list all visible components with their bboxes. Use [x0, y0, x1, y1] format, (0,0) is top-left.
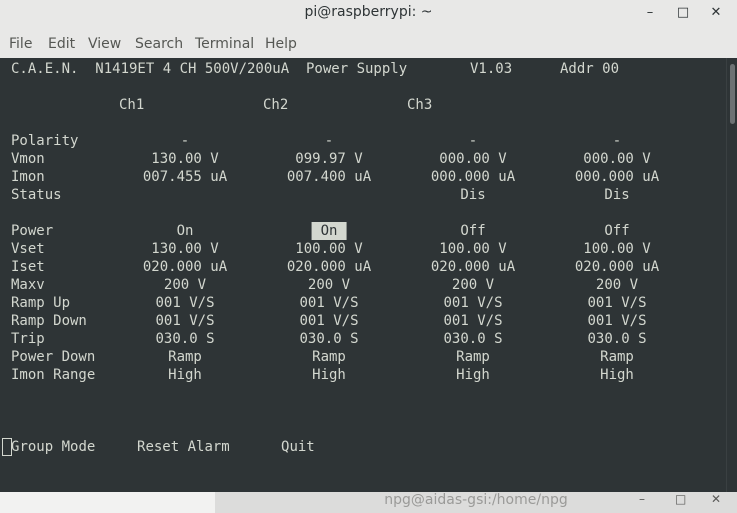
param-value[interactable]: - [181, 132, 189, 150]
device-address: Addr 00 [560, 61, 620, 77]
param-label: Maxv [11, 277, 45, 293]
channel-header: Ch3 [407, 97, 433, 113]
menu-edit[interactable]: Edit [48, 36, 75, 52]
menu-view[interactable]: View [88, 36, 121, 52]
param-label: Imon [11, 169, 45, 185]
param-value[interactable]: 000.000 uA [431, 168, 515, 186]
device-version: V1.03 [470, 61, 513, 77]
param-value[interactable]: 200 V [308, 276, 350, 294]
param-label: Power Down [11, 349, 96, 365]
param-value[interactable]: Ramp [312, 348, 346, 366]
param-value[interactable]: 100.00 V [583, 240, 650, 258]
param-value[interactable]: 130.00 V [151, 150, 218, 168]
param-label: Iset [11, 259, 45, 275]
channel-header: Ch2 [263, 97, 289, 113]
param-value[interactable]: Dis [604, 186, 629, 204]
param-value[interactable]: 007.400 uA [287, 168, 371, 186]
param-value[interactable]: 001 V/S [299, 294, 358, 312]
bg-close-button[interactable]: ✕ [711, 492, 721, 506]
param-value[interactable]: Dis [460, 186, 485, 204]
scroll-thumb[interactable] [730, 64, 735, 124]
menu-help[interactable]: Help [265, 36, 297, 52]
bg-minimize-button[interactable]: – [639, 492, 645, 506]
param-value[interactable]: 000.00 V [439, 150, 506, 168]
minimize-button[interactable]: – [641, 4, 659, 22]
param-value[interactable]: 020.000 uA [287, 258, 371, 276]
param-label: Power [11, 223, 54, 239]
maximize-button[interactable]: □ [674, 4, 692, 22]
param-value[interactable]: 100.00 V [295, 240, 362, 258]
param-value[interactable]: 000.000 uA [575, 168, 659, 186]
param-value[interactable]: - [613, 132, 621, 150]
desktop-area [0, 492, 215, 513]
channel-header: Ch1 [119, 97, 145, 113]
param-value[interactable]: 130.00 V [151, 240, 218, 258]
param-label: Imon Range [11, 367, 96, 383]
cmd-label: eset Alarm [145, 439, 230, 455]
close-button[interactable]: ✕ [707, 4, 725, 22]
param-value[interactable]: Ramp [456, 348, 490, 366]
window-title: pi@raspberrypi: ~ [304, 4, 433, 20]
param-label: Trip [11, 331, 45, 347]
param-value[interactable]: 000.00 V [583, 150, 650, 168]
menu-terminal[interactable]: Terminal [195, 36, 254, 52]
param-value[interactable]: High [456, 366, 490, 384]
menu-file[interactable]: File [9, 36, 32, 52]
param-value[interactable]: 020.000 uA [143, 258, 227, 276]
param-value[interactable]: 001 V/S [587, 312, 646, 330]
param-value[interactable]: - [325, 132, 333, 150]
cmd-quit[interactable]: Quit [281, 438, 315, 456]
param-value[interactable]: 020.000 uA [431, 258, 515, 276]
param-value[interactable]: 001 V/S [587, 294, 646, 312]
background-window-title: npg@aidas-gsi:/home/npg [384, 492, 568, 508]
param-value[interactable]: 001 V/S [155, 312, 214, 330]
param-value[interactable]: 007.455 uA [143, 168, 227, 186]
param-label: Vmon [11, 151, 45, 167]
param-value[interactable]: High [168, 366, 202, 384]
param-value[interactable]: On [177, 222, 194, 240]
menu-search[interactable]: Search [135, 36, 183, 52]
title-bar: pi@raspberrypi: ~ – □ ✕ [0, 0, 737, 28]
param-value[interactable]: 200 V [452, 276, 494, 294]
param-value[interactable]: Off [604, 222, 629, 240]
param-value[interactable]: 030.0 S [587, 330, 646, 348]
param-label: Polarity [11, 133, 79, 149]
param-value[interactable]: 001 V/S [443, 312, 502, 330]
param-value[interactable]: High [312, 366, 346, 384]
param-value-selected[interactable]: On [311, 222, 347, 240]
param-value[interactable]: 001 V/S [299, 312, 358, 330]
param-value[interactable]: 099.97 V [295, 150, 362, 168]
background-window[interactable]: npg@aidas-gsi:/home/npg – □ ✕ [215, 492, 737, 513]
terminal-scrollbar[interactable] [726, 58, 737, 492]
param-value[interactable]: 200 V [596, 276, 638, 294]
param-value[interactable]: High [600, 366, 634, 384]
param-value[interactable]: 001 V/S [443, 294, 502, 312]
param-value[interactable]: 001 V/S [155, 294, 214, 312]
param-value[interactable]: 030.0 S [443, 330, 502, 348]
cmd-label: roup Mode [19, 439, 96, 455]
param-value[interactable]: Ramp [600, 348, 634, 366]
cmd-reset-alarm[interactable]: Reset Alarm [137, 438, 230, 456]
bg-maximize-button[interactable]: □ [675, 492, 686, 506]
param-value[interactable]: - [469, 132, 477, 150]
param-value[interactable]: 200 V [164, 276, 206, 294]
param-label: Status [11, 187, 62, 203]
param-value[interactable]: 020.000 uA [575, 258, 659, 276]
cmd-group-mode[interactable]: Group Mode [11, 438, 95, 456]
param-value[interactable]: 030.0 S [299, 330, 358, 348]
param-label: Ramp Down [11, 313, 87, 329]
device-model: C.A.E.N. N1419ET 4 CH 500V/200uA Power S… [11, 61, 408, 77]
param-value[interactable]: 030.0 S [155, 330, 214, 348]
param-value[interactable]: 100.00 V [439, 240, 506, 258]
cmd-label: uit [289, 439, 315, 455]
param-label: Vset [11, 241, 45, 257]
param-value[interactable]: Off [460, 222, 485, 240]
param-value[interactable]: Ramp [168, 348, 202, 366]
param-label: Ramp Up [11, 295, 71, 311]
menu-bar: File Edit View Search Terminal Help [0, 30, 737, 58]
terminal-screen[interactable]: C.A.E.N. N1419ET 4 CH 500V/200uA Power S… [0, 58, 737, 492]
